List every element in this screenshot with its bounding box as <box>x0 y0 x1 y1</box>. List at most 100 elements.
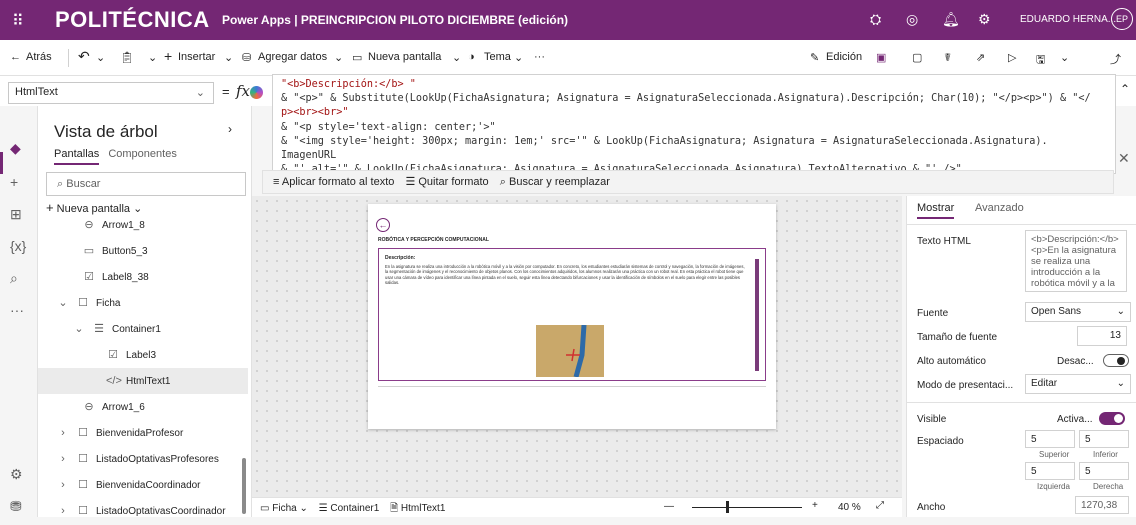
plus-icon[interactable]: + <box>10 174 18 190</box>
chevron-right-icon[interactable]: › <box>56 472 70 498</box>
copilot-icon[interactable]: ◎ <box>906 11 918 28</box>
tree-node[interactable]: ⌄ ☰ Container1 <box>38 316 248 342</box>
variables-icon[interactable]: {x} <box>10 238 26 254</box>
breadcrumb-screen[interactable]: Ficha <box>272 503 296 514</box>
fit-screen-icon[interactable]: ⤢ <box>876 500 884 511</box>
width-input[interactable]: 1270,38 <box>1075 496 1129 514</box>
font-dropdown[interactable]: Open Sans ⌄ <box>1025 302 1131 322</box>
search-input[interactable]: ⌕ Buscar <box>46 172 246 196</box>
chevron-down-icon[interactable]: ⌄ <box>148 51 157 64</box>
tree-node[interactable]: ⊖ Arrow1_8 <box>38 212 248 238</box>
new-screen-icon: ▭ <box>352 52 363 64</box>
padding-right-input[interactable]: 5 <box>1079 462 1129 480</box>
tree-node[interactable]: ⌄ ☐ Ficha <box>38 290 248 316</box>
format-text-button[interactable]: Aplicar formato al texto <box>282 176 395 188</box>
back-arrow-icon[interactable]: ← <box>10 51 21 63</box>
bell-icon[interactable]: 🔔︎ <box>942 11 960 28</box>
share-icon[interactable]: ⇗ <box>976 51 985 64</box>
chevron-down-icon[interactable]: ⌄ <box>1060 51 1069 64</box>
back-arrow-icon[interactable]: ← <box>376 218 390 232</box>
insert-button[interactable]: Insertar <box>178 51 215 63</box>
padding-top-input[interactable]: 5 <box>1025 430 1075 448</box>
save-icon[interactable]: 🖫︎ <box>1036 51 1045 70</box>
tree-node[interactable]: ☑ Label8_38 <box>38 264 248 290</box>
tree-node[interactable]: › ☐ BienvenidaProfesor <box>38 420 248 446</box>
screen-icon: ▭ <box>260 503 270 514</box>
comment-icon[interactable]: ▢ <box>912 51 922 64</box>
avatar[interactable]: EP <box>1111 8 1133 30</box>
chevron-right-icon[interactable]: › <box>56 498 70 524</box>
stethoscope-icon[interactable]: ☤ <box>944 51 951 64</box>
app-screen-preview[interactable]: ← ROBÓTICA Y PERCEPCIÓN COMPUTACIONAL De… <box>368 204 776 429</box>
remove-format-button[interactable]: Quitar formato <box>418 176 488 188</box>
formula-editor[interactable]: "<b>Descripción:</b> " & "<p>" & Substit… <box>272 74 1116 174</box>
publish-icon[interactable]: ⤴ <box>1110 51 1121 67</box>
tree-node[interactable]: ⊖ Arrow1_6 <box>38 394 248 420</box>
search-icon[interactable]: ⌕ <box>10 270 18 287</box>
property-dropdown[interactable]: HtmlText ⌄ <box>8 82 214 104</box>
tree-view-panel: Vista de árbol › Pantallas Componentes ⌕… <box>38 106 252 517</box>
auto-height-toggle[interactable] <box>1103 354 1129 367</box>
data-icon[interactable]: ⊞ <box>10 206 22 223</box>
more-button[interactable]: ··· <box>534 51 545 63</box>
zoom-thumb[interactable] <box>726 501 729 513</box>
back-button[interactable]: Atrás <box>26 51 52 63</box>
tree-node[interactable]: </> HtmlText1 <box>38 368 248 394</box>
chevron-down-icon[interactable]: ⌄ <box>56 290 70 316</box>
padding-bottom-input[interactable]: 5 <box>1079 430 1129 448</box>
tab-advanced[interactable]: Avanzado <box>975 202 1024 214</box>
plus-icon[interactable]: + <box>164 48 172 64</box>
close-icon[interactable]: ✕ <box>1118 150 1130 167</box>
zoom-out-icon[interactable]: — <box>664 501 674 512</box>
copilot-icon[interactable] <box>250 86 263 99</box>
tab-components[interactable]: Componentes <box>108 148 177 160</box>
auto-height-value: Desac... <box>1057 356 1094 367</box>
chevron-down-icon[interactable]: ⌄ <box>96 51 105 64</box>
chevron-down-icon[interactable]: ⌄ <box>72 316 86 342</box>
breadcrumb-control[interactable]: HtmlText1 <box>401 503 445 514</box>
edit-mode-button[interactable]: Edición <box>826 51 862 63</box>
display-mode-value: Editar <box>1031 378 1058 389</box>
scrollbar[interactable] <box>242 458 246 514</box>
chevron-right-icon[interactable]: › <box>56 420 70 446</box>
tree-node[interactable]: ▭ Button5_3 <box>38 238 248 264</box>
waffle-icon[interactable]: ⠿ <box>12 11 24 31</box>
tree-node[interactable]: › ☐ ListadoOptativasCoordinador <box>38 498 248 524</box>
find-replace-button[interactable]: Buscar y reemplazar <box>509 176 610 188</box>
design-canvas[interactable]: ← ROBÓTICA Y PERCEPCIÓN COMPUTACIONAL De… <box>252 196 902 517</box>
chevron-right-icon[interactable]: › <box>228 122 232 136</box>
tree-node[interactable]: › ☐ ListadoOptativasProfesores <box>38 446 248 472</box>
tab-show[interactable]: Mostrar <box>917 202 955 219</box>
tree-node[interactable]: ☑ Label3 <box>38 342 248 368</box>
zoom-slider[interactable] <box>692 507 802 508</box>
settings-icon[interactable]: ⚙ <box>10 466 23 483</box>
new-screen-button[interactable]: Nueva pantalla <box>368 51 441 63</box>
undo-icon[interactable]: ↶ <box>78 48 90 65</box>
padding-left-input[interactable]: 5 <box>1025 462 1075 480</box>
add-data-button[interactable]: Agregar datos <box>258 51 327 63</box>
arrow-icon: ⊖ <box>84 219 94 231</box>
zoom-in-icon[interactable]: + <box>812 500 818 511</box>
tree-node[interactable]: › ☐ BienvenidaCoordinador <box>38 472 248 498</box>
font-size-input[interactable]: 13 <box>1077 326 1127 346</box>
display-mode-dropdown[interactable]: Editar ⌄ <box>1025 374 1131 394</box>
scrollbar[interactable] <box>755 259 759 371</box>
theme-button[interactable]: Tema <box>484 51 511 63</box>
more-icon[interactable]: ··· <box>10 302 24 318</box>
play-icon[interactable]: ▷ <box>1008 51 1016 64</box>
user-name[interactable]: EDUARDO HERNA... <box>1020 14 1116 25</box>
visible-toggle[interactable] <box>1099 412 1125 425</box>
breadcrumb-container[interactable]: Container1 <box>330 503 379 514</box>
virtual-agent-icon[interactable]: ⛃ <box>10 498 22 515</box>
chevron-right-icon[interactable]: › <box>56 446 70 472</box>
environment-icon[interactable]: ⛭ <box>870 11 881 28</box>
tree-node-label: Arrow1_6 <box>102 402 145 413</box>
app-checker-icon[interactable]: ▣ <box>876 51 886 64</box>
collapse-icon[interactable]: ⌃ <box>1120 82 1130 96</box>
paste-icon[interactable]: 📋︎ <box>120 51 134 64</box>
tab-screens[interactable]: Pantallas <box>54 148 100 165</box>
layers-icon[interactable]: ◆ <box>10 140 21 157</box>
gear-icon[interactable]: ⚙ <box>978 11 991 28</box>
html-text-field[interactable]: <b>Descripción:</b> <p>En la asignatura … <box>1025 230 1127 292</box>
html-text-control[interactable]: Descripción: En la asignatura se realiza… <box>378 248 766 381</box>
